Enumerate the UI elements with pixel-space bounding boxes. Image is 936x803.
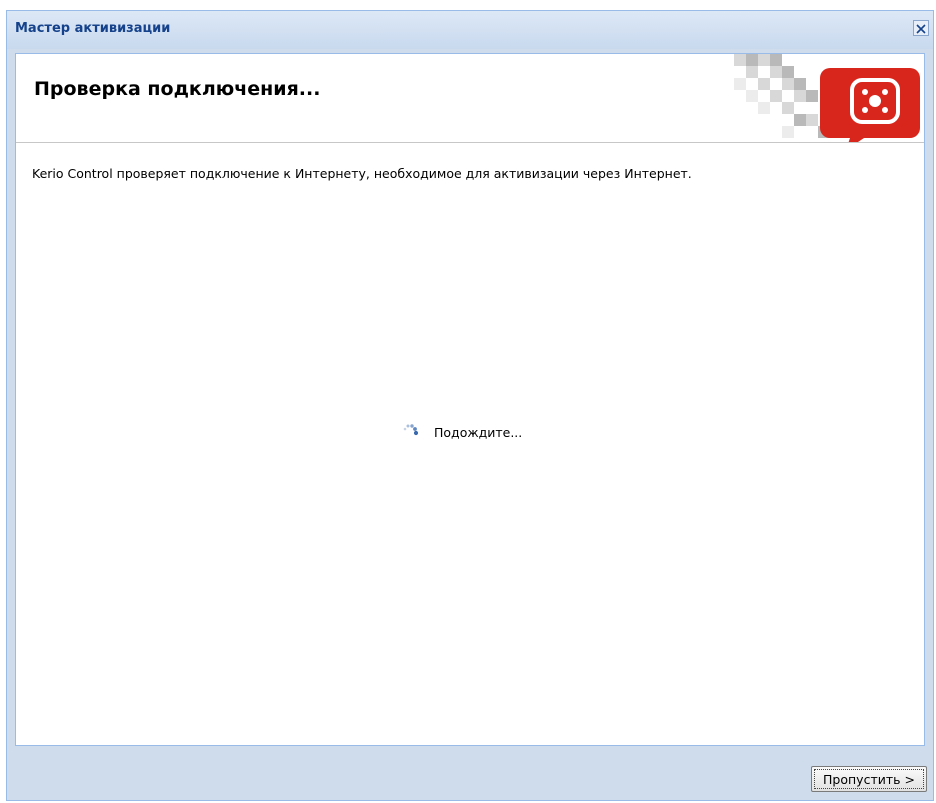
window-title: Мастер активизации (15, 21, 171, 36)
kerio-logo-icon (734, 54, 920, 142)
activation-wizard-window: Мастер активизации Проверка подключения.… (6, 10, 934, 801)
close-icon (916, 24, 926, 34)
skip-button[interactable]: Пропустить > (811, 766, 927, 792)
page-title: Проверка подключения... (34, 78, 321, 100)
wizard-content: Проверка подключения... Kerio Control пр… (15, 53, 925, 746)
close-button[interactable] (913, 20, 929, 36)
wizard-header: Проверка подключения... (16, 54, 924, 143)
loading-text: Подождите... (434, 424, 523, 440)
status-message: Kerio Control проверяет подключение к Ин… (32, 166, 692, 181)
loading-indicator: Подождите... (402, 422, 522, 442)
spinner-icon (403, 424, 419, 436)
window-titlebar[interactable]: Мастер активизации (7, 11, 933, 49)
